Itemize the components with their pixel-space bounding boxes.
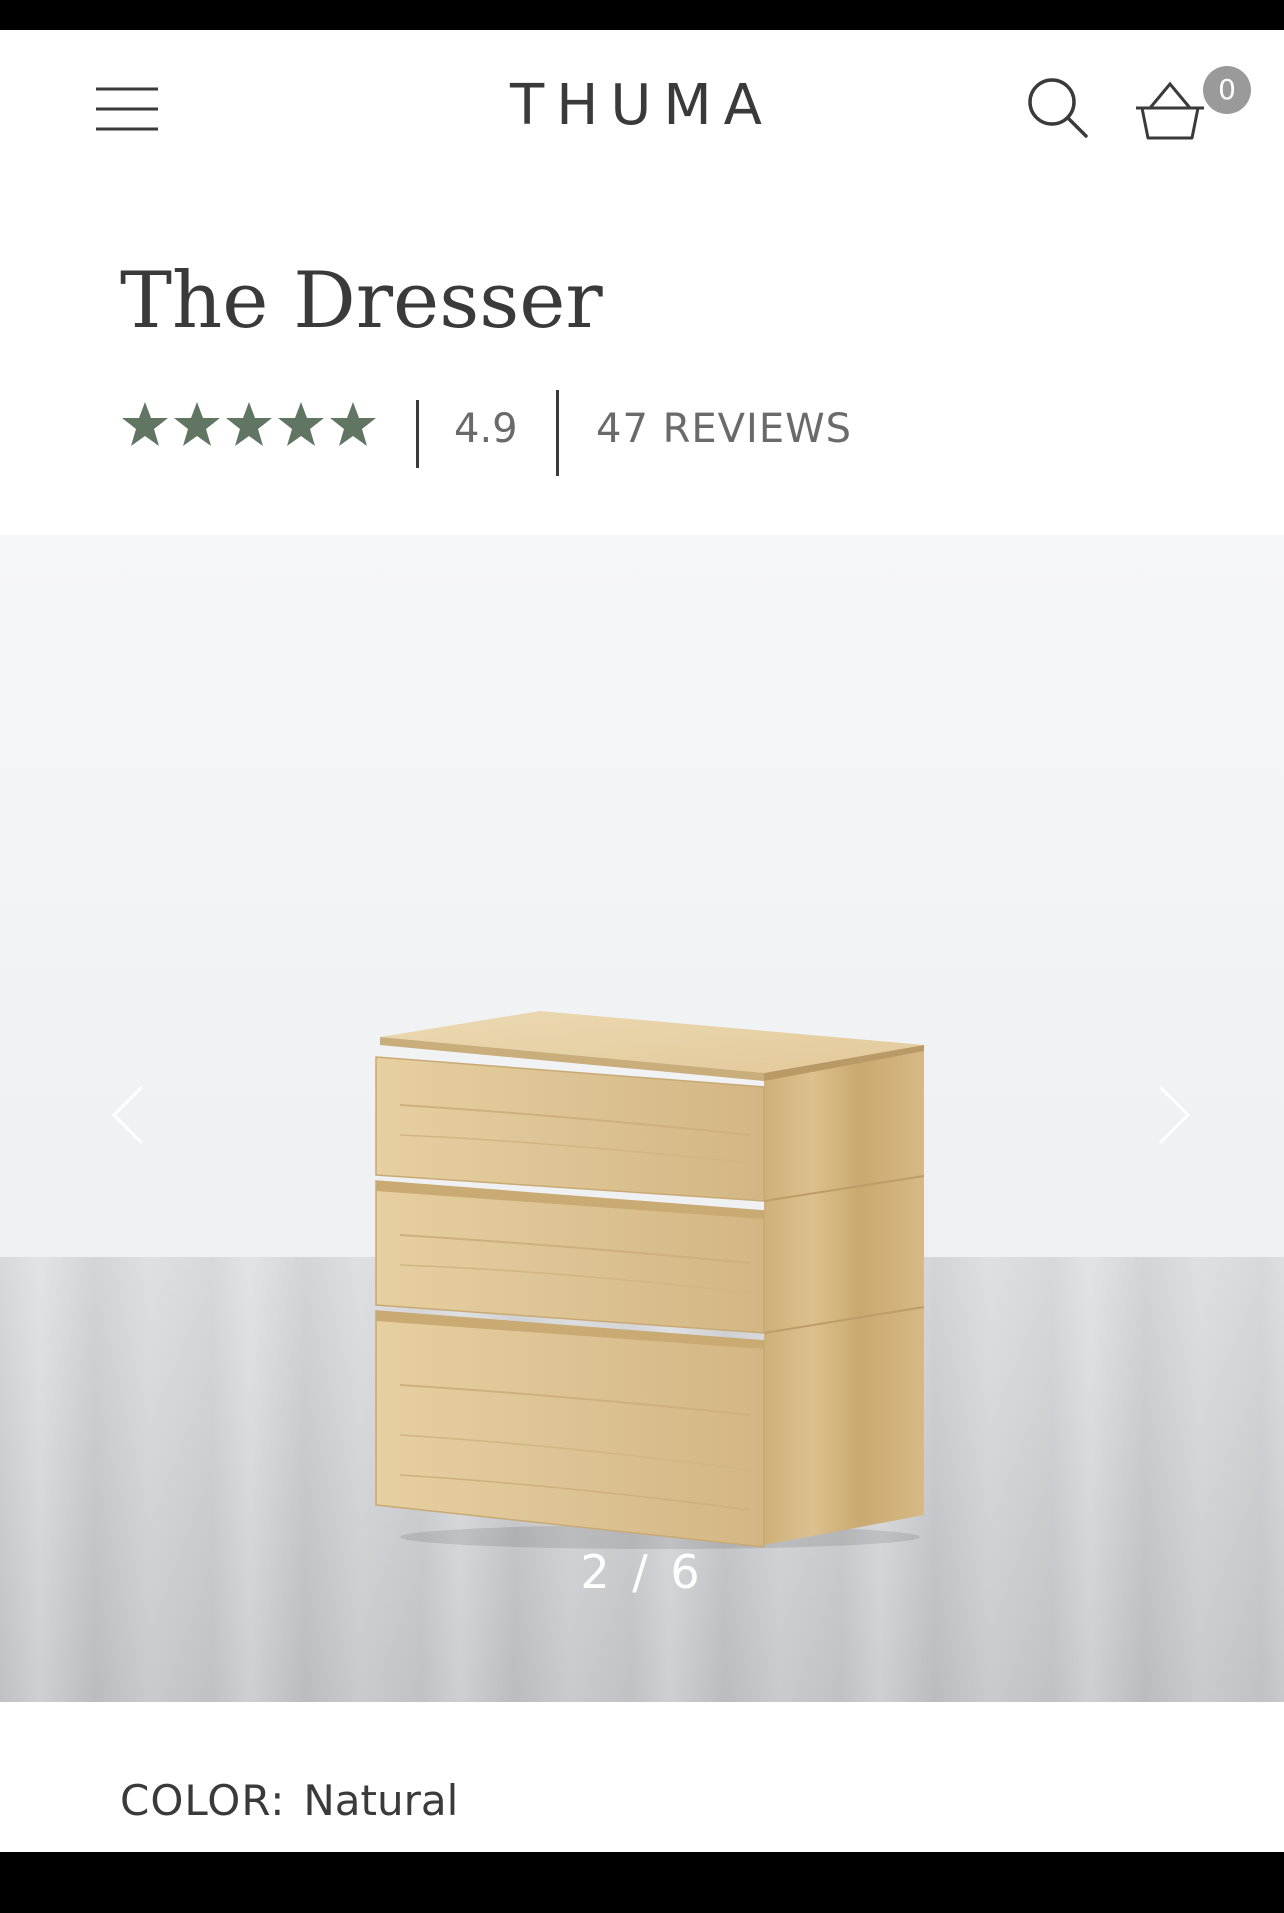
rating-value: 4.9 — [454, 406, 518, 452]
color-value: Natural — [303, 1776, 459, 1825]
cart-icon — [1136, 81, 1204, 140]
reviews-link[interactable]: 47 REVIEWS — [596, 406, 852, 452]
brand-logo[interactable]: THUMA — [0, 78, 1284, 134]
star-icon — [278, 402, 324, 446]
site-header: THUMA 0 — [0, 30, 1284, 190]
star-icon — [226, 402, 272, 446]
search-icon — [1028, 78, 1088, 138]
slide-counter: 2 / 6 — [580, 1545, 704, 1599]
rating-divider — [556, 390, 559, 476]
cart-count-badge[interactable]: 0 — [1203, 66, 1251, 114]
star-icon — [174, 402, 220, 446]
next-image-button[interactable] — [1154, 1083, 1194, 1147]
dresser-image — [375, 1011, 925, 1549]
star-icon — [330, 402, 376, 446]
chevron-left-icon — [111, 1085, 144, 1145]
search-button[interactable] — [1026, 76, 1090, 140]
color-label: COLOR: — [120, 1776, 286, 1825]
color-selector-label: COLOR: Natural — [120, 1776, 458, 1825]
product-title: The Dresser — [120, 256, 603, 346]
rating-divider — [416, 400, 419, 468]
rating-summary[interactable]: 4.9 47 REVIEWS — [120, 388, 1020, 488]
star-rating — [120, 400, 378, 450]
star-icon — [122, 402, 168, 446]
chevron-right-icon — [1158, 1085, 1191, 1145]
cart-button[interactable] — [1134, 80, 1206, 144]
product-image-gallery[interactable]: 2 / 6 — [0, 535, 1284, 1702]
system-nav-bar — [0, 1852, 1284, 1913]
previous-image-button[interactable] — [108, 1083, 148, 1147]
status-bar — [0, 0, 1284, 30]
